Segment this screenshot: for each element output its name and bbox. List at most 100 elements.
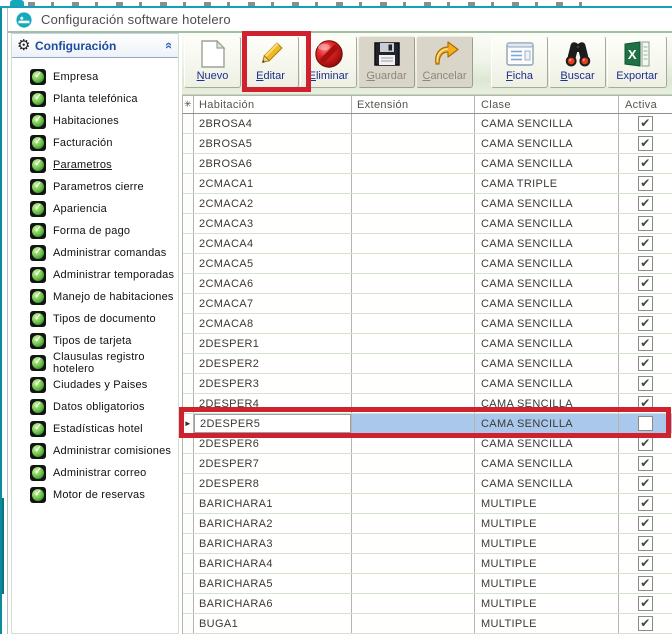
buscar-button[interactable]: Buscar: [549, 36, 606, 88]
chevron-double-up-icon[interactable]: «: [163, 42, 176, 49]
cell-extension[interactable]: [352, 174, 475, 193]
cell-extension[interactable]: [352, 294, 475, 313]
activa-checkbox[interactable]: ✔: [638, 616, 653, 631]
activa-checkbox[interactable]: ✔: [638, 336, 653, 351]
column-header-clase[interactable]: Clase: [475, 96, 619, 113]
activa-checkbox[interactable]: ✔: [638, 216, 653, 231]
cell-habitacion[interactable]: 2BROSA4: [194, 114, 352, 133]
cell-clase[interactable]: CAMA SENCILLA: [475, 414, 619, 433]
sidebar-item-clausulas-registro-hotelero[interactable]: Clausulas registro hotelero: [12, 352, 178, 374]
cell-habitacion[interactable]: 2CMACA4: [194, 234, 352, 253]
activa-checkbox[interactable]: ✔: [638, 376, 653, 391]
cell-habitacion[interactable]: 2DESPER1: [194, 334, 352, 353]
cell-habitacion[interactable]: 2DESPER5: [194, 414, 352, 433]
cell-extension[interactable]: [352, 574, 475, 593]
cell-extension[interactable]: [352, 514, 475, 533]
column-header-extension[interactable]: Extensión: [352, 96, 475, 113]
activa-checkbox[interactable]: ✔: [638, 496, 653, 511]
activa-checkbox[interactable]: ✔: [638, 136, 653, 151]
sidebar-item-motor-de-reservas[interactable]: Motor de reservas: [12, 484, 178, 506]
cell-habitacion[interactable]: 2CMACA2: [194, 194, 352, 213]
cell-habitacion[interactable]: BARICHARA3: [194, 534, 352, 553]
eliminar-button[interactable]: Eliminar: [300, 36, 357, 88]
cell-habitacion[interactable]: 2CMACA7: [194, 294, 352, 313]
sidebar-item-administrar-comandas[interactable]: Administrar comandas: [12, 242, 178, 264]
cell-extension[interactable]: [352, 454, 475, 473]
cell-habitacion[interactable]: 2CMACA1: [194, 174, 352, 193]
sidebar-item-apariencia[interactable]: Apariencia: [12, 198, 178, 220]
cell-habitacion[interactable]: 2BROSA6: [194, 154, 352, 173]
cell-extension[interactable]: [352, 534, 475, 553]
cell-habitacion[interactable]: 2DESPER3: [194, 374, 352, 393]
activa-checkbox[interactable]: ✔: [638, 576, 653, 591]
cell-clase[interactable]: CAMA SENCILLA: [475, 474, 619, 493]
activa-checkbox[interactable]: ✔: [638, 536, 653, 551]
cell-extension[interactable]: [352, 394, 475, 413]
cell-extension[interactable]: [352, 354, 475, 373]
cell-habitacion[interactable]: 2CMACA5: [194, 254, 352, 273]
cell-clase[interactable]: MULTIPLE: [475, 514, 619, 533]
cell-extension[interactable]: [352, 434, 475, 453]
activa-checkbox[interactable]: ✔: [638, 276, 653, 291]
cell-habitacion[interactable]: BARICHARA5: [194, 574, 352, 593]
sidebar-item-habitaciones[interactable]: Habitaciones: [12, 110, 178, 132]
activa-checkbox[interactable]: ✔: [638, 396, 653, 411]
cell-clase[interactable]: CAMA SENCILLA: [475, 374, 619, 393]
cell-habitacion[interactable]: 2DESPER8: [194, 474, 352, 493]
cell-extension[interactable]: [352, 374, 475, 393]
sidebar-item-datos-obligatorios[interactable]: Datos obligatorios: [12, 396, 178, 418]
activa-checkbox[interactable]: ✔: [638, 256, 653, 271]
cell-clase[interactable]: CAMA SENCILLA: [475, 434, 619, 453]
cell-habitacion[interactable]: BARICHARA4: [194, 554, 352, 573]
cell-extension[interactable]: [352, 194, 475, 213]
cell-clase[interactable]: CAMA SENCILLA: [475, 334, 619, 353]
sidebar-item-parametros[interactable]: Parametros: [12, 154, 178, 176]
cell-clase[interactable]: CAMA SENCILLA: [475, 354, 619, 373]
cell-extension[interactable]: [352, 154, 475, 173]
cell-clase[interactable]: CAMA SENCILLA: [475, 234, 619, 253]
cell-habitacion[interactable]: 2DESPER6: [194, 434, 352, 453]
sidebar-item-tipos-de-tarjeta[interactable]: Tipos de tarjeta: [12, 330, 178, 352]
cell-clase[interactable]: CAMA SENCILLA: [475, 394, 619, 413]
cell-clase[interactable]: MULTIPLE: [475, 554, 619, 573]
sidebar-item-facturación[interactable]: Facturación: [12, 132, 178, 154]
cell-extension[interactable]: [352, 314, 475, 333]
cell-clase[interactable]: MULTIPLE: [475, 594, 619, 613]
cell-extension[interactable]: [352, 614, 475, 633]
sidebar-item-estadísticas-hotel[interactable]: Estadísticas hotel: [12, 418, 178, 440]
activa-checkbox[interactable]: ✔: [638, 356, 653, 371]
activa-checkbox[interactable]: ✔: [638, 516, 653, 531]
cell-extension[interactable]: [352, 114, 475, 133]
cell-clase[interactable]: CAMA SENCILLA: [475, 194, 619, 213]
cell-clase[interactable]: CAMA SENCILLA: [475, 274, 619, 293]
cell-habitacion[interactable]: 2CMACA3: [194, 214, 352, 233]
activa-checkbox[interactable]: ✔: [638, 556, 653, 571]
cell-clase[interactable]: CAMA SENCILLA: [475, 134, 619, 153]
cell-clase[interactable]: CAMA SENCILLA: [475, 294, 619, 313]
sidebar-item-empresa[interactable]: Empresa: [12, 66, 178, 88]
cell-clase[interactable]: MULTIPLE: [475, 574, 619, 593]
cell-habitacion[interactable]: 2DESPER4: [194, 394, 352, 413]
ficha-button[interactable]: Ficha: [491, 36, 548, 88]
cell-habitacion[interactable]: BUGA1: [194, 614, 352, 633]
cell-habitacion[interactable]: 2DESPER7: [194, 454, 352, 473]
sidebar-item-ciudades-y-paises[interactable]: Ciudades y Paises: [12, 374, 178, 396]
cell-clase[interactable]: CAMA SENCILLA: [475, 314, 619, 333]
activa-checkbox[interactable]: ✔: [638, 316, 653, 331]
cell-clase[interactable]: MULTIPLE: [475, 614, 619, 633]
cell-clase[interactable]: CAMA SENCILLA: [475, 114, 619, 133]
activa-checkbox[interactable]: ✔: [638, 296, 653, 311]
activa-checkbox[interactable]: ✔: [638, 196, 653, 211]
activa-checkbox[interactable]: [638, 416, 653, 431]
cell-clase[interactable]: MULTIPLE: [475, 534, 619, 553]
editar-button[interactable]: Editar: [242, 36, 299, 88]
activa-checkbox[interactable]: ✔: [638, 456, 653, 471]
nuevo-button[interactable]: Nuevo: [184, 36, 241, 88]
cell-extension[interactable]: [352, 134, 475, 153]
activa-checkbox[interactable]: ✔: [638, 476, 653, 491]
cell-extension[interactable]: [352, 494, 475, 513]
sidebar-item-forma-de-pago[interactable]: Forma de pago: [12, 220, 178, 242]
cell-habitacion[interactable]: 2DESPER2: [194, 354, 352, 373]
sidebar-item-administrar-correo[interactable]: Administrar correo: [12, 462, 178, 484]
activa-checkbox[interactable]: ✔: [638, 236, 653, 251]
